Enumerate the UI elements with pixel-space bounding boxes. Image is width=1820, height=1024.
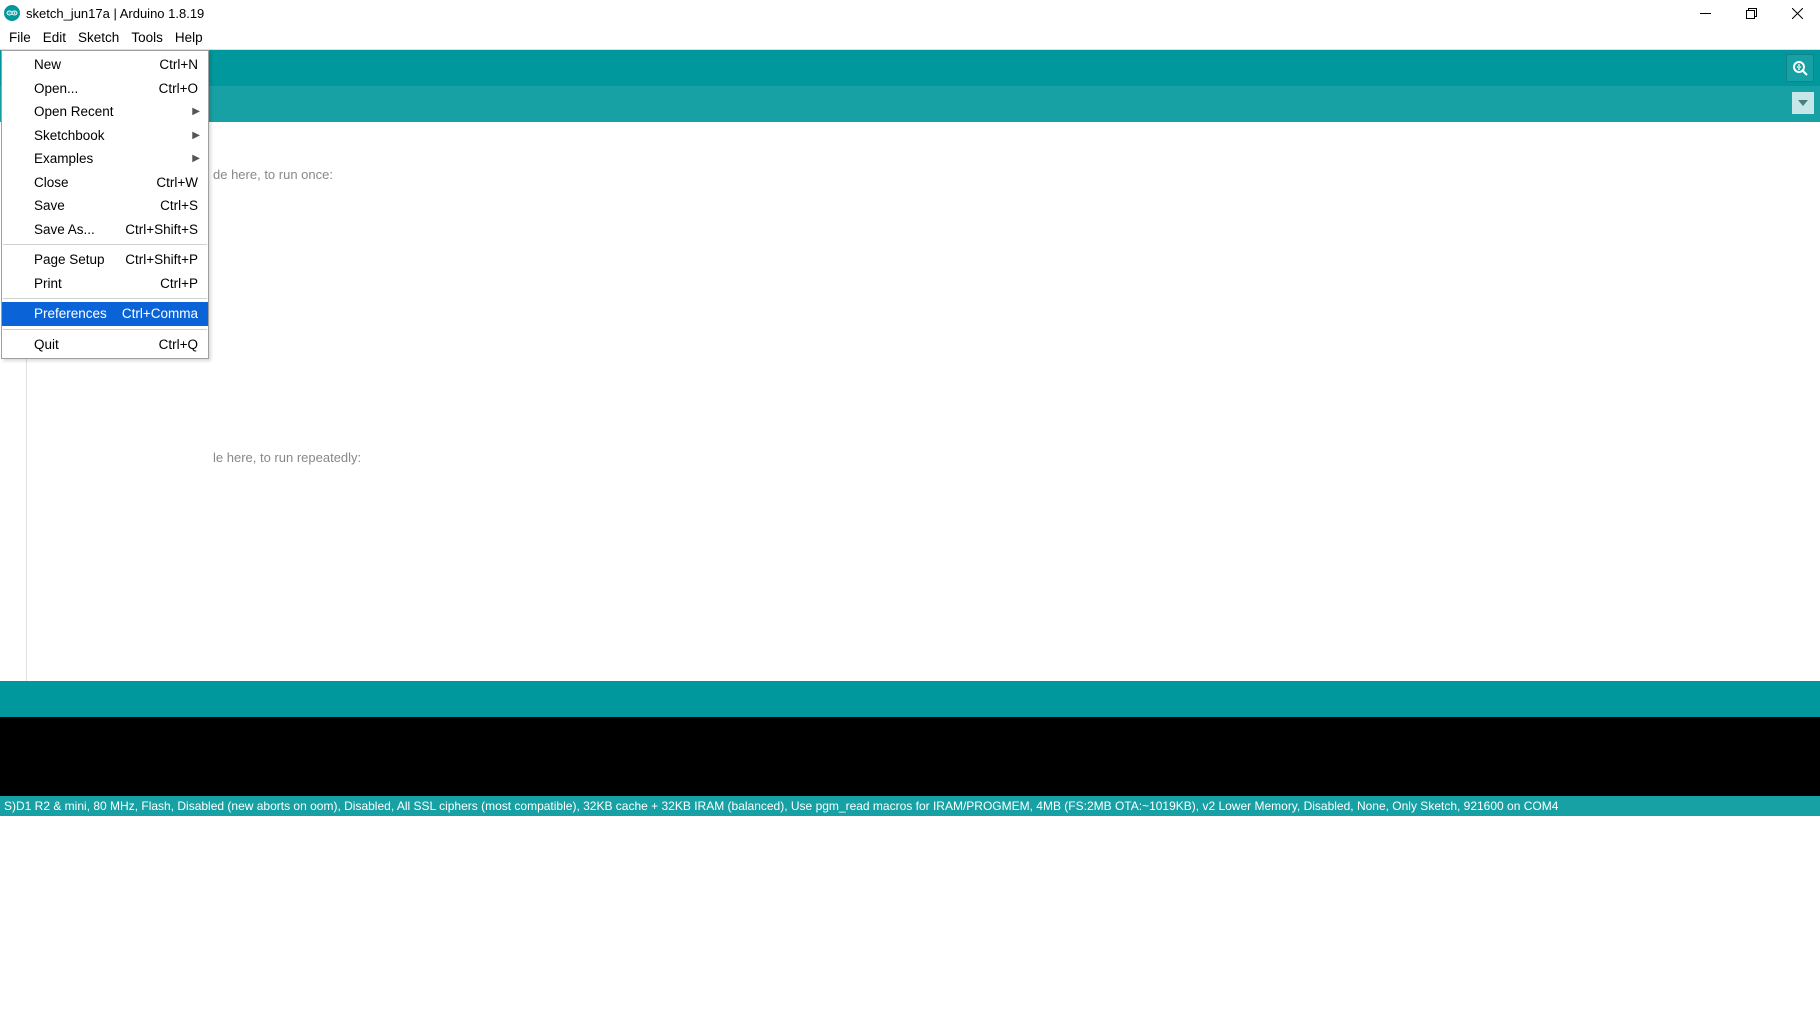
menu-separator xyxy=(3,244,207,245)
serial-monitor-button[interactable] xyxy=(1786,54,1814,82)
menu-file[interactable]: File xyxy=(3,28,37,47)
menu-item-shortcut: Ctrl+Shift+S xyxy=(125,222,198,237)
menu-sketch[interactable]: Sketch xyxy=(72,28,125,47)
menu-separator xyxy=(3,298,207,299)
arduino-logo-icon xyxy=(4,5,20,21)
code-line-loop: le here, to run repeatedly: xyxy=(213,450,361,465)
window-title: sketch_jun17a | Arduino 1.8.19 xyxy=(26,6,204,21)
menu-item-label: Open Recent xyxy=(34,104,198,119)
menu-item-label: Page Setup xyxy=(34,252,125,267)
menu-item-label: Save xyxy=(34,198,160,213)
window-controls xyxy=(1682,0,1820,26)
menu-item-shortcut: Ctrl+O xyxy=(159,81,198,96)
title-bar-left: sketch_jun17a | Arduino 1.8.19 xyxy=(4,5,204,21)
menu-help[interactable]: Help xyxy=(169,28,209,47)
menu-item-new[interactable]: NewCtrl+N xyxy=(2,53,208,77)
chevron-right-icon: ▶ xyxy=(192,153,200,164)
menu-bar: File Edit Sketch Tools Help xyxy=(0,26,1820,50)
menu-item-open[interactable]: Open...Ctrl+O xyxy=(2,77,208,101)
menu-item-shortcut: Ctrl+P xyxy=(160,276,198,291)
menu-item-close[interactable]: CloseCtrl+W xyxy=(2,171,208,195)
code-line-setup: de here, to run once: xyxy=(213,167,333,182)
menu-edit[interactable]: Edit xyxy=(37,28,72,47)
menu-item-print[interactable]: PrintCtrl+P xyxy=(2,272,208,296)
menu-item-label: Save As... xyxy=(34,222,125,237)
menu-item-label: Examples xyxy=(34,151,198,166)
code-editor[interactable]: de here, to run once: le here, to run re… xyxy=(0,122,1820,681)
menu-item-quit[interactable]: QuitCtrl+Q xyxy=(2,333,208,357)
menu-item-label: New xyxy=(34,57,159,72)
tab-menu-button[interactable] xyxy=(1792,92,1814,114)
toolbar xyxy=(0,50,1820,86)
menu-item-open-recent[interactable]: Open Recent▶ xyxy=(2,100,208,124)
menu-item-shortcut: Ctrl+Shift+P xyxy=(125,252,198,267)
board-info: S)D1 R2 & mini, 80 MHz, Flash, Disabled … xyxy=(4,799,1558,813)
chevron-right-icon: ▶ xyxy=(192,130,200,141)
menu-item-label: Print xyxy=(34,276,160,291)
menu-item-shortcut: Ctrl+Q xyxy=(159,337,198,352)
menu-item-sketchbook[interactable]: Sketchbook▶ xyxy=(2,124,208,148)
menu-item-label: Open... xyxy=(34,81,159,96)
menu-item-label: Close xyxy=(34,175,156,190)
title-bar: sketch_jun17a | Arduino 1.8.19 xyxy=(0,0,1820,26)
menu-item-label: Quit xyxy=(34,337,159,352)
output-console[interactable] xyxy=(0,717,1820,796)
maximize-button[interactable] xyxy=(1728,0,1774,26)
tab-bar xyxy=(0,86,1820,122)
status-bar: S)D1 R2 & mini, 80 MHz, Flash, Disabled … xyxy=(0,796,1820,816)
menu-item-label: Preferences xyxy=(34,306,122,321)
menu-item-preferences[interactable]: PreferencesCtrl+Comma xyxy=(2,302,208,326)
menu-item-shortcut: Ctrl+Comma xyxy=(122,306,198,321)
menu-item-page-setup[interactable]: Page SetupCtrl+Shift+P xyxy=(2,248,208,272)
file-menu-dropdown: NewCtrl+NOpen...Ctrl+OOpen Recent▶Sketch… xyxy=(1,50,209,359)
menu-item-save-as[interactable]: Save As...Ctrl+Shift+S xyxy=(2,218,208,242)
menu-item-save[interactable]: SaveCtrl+S xyxy=(2,194,208,218)
chevron-right-icon: ▶ xyxy=(192,106,200,117)
minimize-button[interactable] xyxy=(1682,0,1728,26)
close-button[interactable] xyxy=(1774,0,1820,26)
menu-item-shortcut: Ctrl+N xyxy=(159,57,198,72)
menu-item-shortcut: Ctrl+W xyxy=(156,175,198,190)
menu-item-label: Sketchbook xyxy=(34,128,198,143)
menu-separator xyxy=(3,329,207,330)
menu-item-shortcut: Ctrl+S xyxy=(160,198,198,213)
menu-tools[interactable]: Tools xyxy=(125,28,169,47)
menu-item-examples[interactable]: Examples▶ xyxy=(2,147,208,171)
status-strip xyxy=(0,681,1820,717)
